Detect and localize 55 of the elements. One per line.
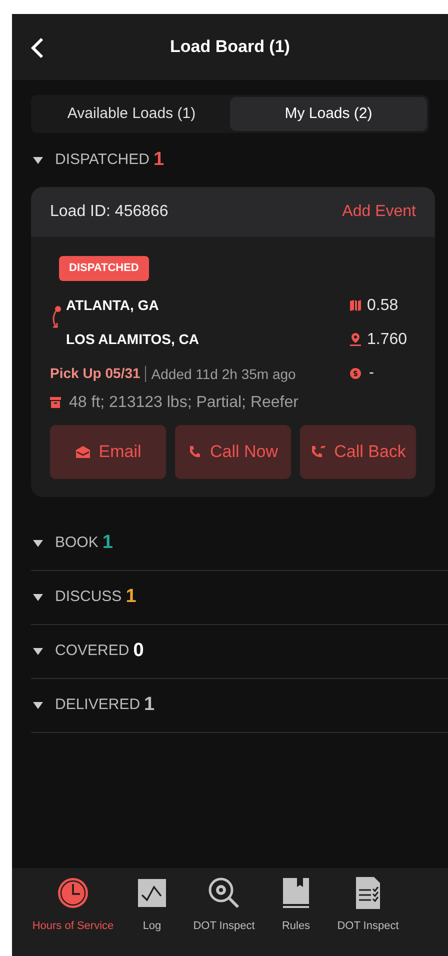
- nav-tab[interactable]: Hours of Service: [30, 876, 116, 934]
- phone-icon: [188, 444, 202, 458]
- chart-icon: [138, 879, 166, 907]
- section-name: BOOK: [55, 532, 98, 553]
- section-name: DELIVERED: [55, 694, 140, 715]
- section-name: DISCUSS: [55, 586, 122, 607]
- caret-icon: [33, 156, 43, 164]
- section-name: DISPATCHED: [55, 150, 150, 170]
- tab[interactable]: Available Loads (1): [33, 97, 230, 131]
- caret-icon: [33, 702, 43, 708]
- back-icon[interactable]: [30, 37, 44, 59]
- book-icon: [283, 878, 309, 908]
- search-icon: [208, 877, 240, 909]
- clock-icon: [57, 877, 89, 909]
- section-count: 1: [102, 530, 113, 555]
- map-icon: [350, 300, 361, 311]
- email-button[interactable]: Email: [50, 424, 166, 478]
- caret-icon: [33, 594, 43, 600]
- destination-city: LOS ALAMITOS, CA: [66, 330, 199, 349]
- nav-tab[interactable]: Rules: [260, 876, 332, 934]
- box-icon: [50, 397, 61, 408]
- tab[interactable]: My Loads (2): [230, 97, 427, 131]
- screen-title: Load Board (1): [170, 36, 290, 58]
- load-id: Load ID: 456866: [50, 202, 168, 222]
- rate-value: -: [369, 363, 374, 384]
- section-header[interactable]: COVERED 0: [31, 624, 448, 678]
- add-event-link[interactable]: Add Event: [342, 200, 416, 224]
- section-name: COVERED: [55, 640, 130, 661]
- location-pin-icon: [350, 333, 361, 346]
- call-back-button[interactable]: Call Back: [300, 424, 416, 478]
- section-count: 1: [144, 692, 155, 717]
- phone-icon: [310, 444, 326, 458]
- pickup-date: Pick Up 05/31: [50, 364, 140, 383]
- call-now-button[interactable]: Call Now: [175, 424, 291, 478]
- nav-tab[interactable]: Log: [116, 876, 188, 934]
- section-count: 1: [153, 148, 164, 172]
- caret-icon: [33, 540, 43, 546]
- caret-icon: [33, 648, 43, 654]
- checklist-icon: [356, 877, 380, 909]
- nav-tab[interactable]: DOT Inspect: [332, 876, 404, 934]
- section-count: 1: [126, 584, 136, 609]
- section-header[interactable]: DELIVERED 1: [31, 678, 448, 732]
- load-details: 48 ft; 213123 lbs; Partial; Reefer: [69, 392, 298, 412]
- added-time: Added 11d 2h 35m ago: [145, 366, 296, 382]
- envelope-icon: [74, 444, 91, 458]
- origin-city: ATLANTA, GA: [66, 296, 159, 315]
- dollar-icon: [350, 368, 361, 379]
- section-header[interactable]: BOOK 1: [31, 516, 448, 570]
- section-header[interactable]: DISCUSS 1: [31, 570, 448, 624]
- section-count: 0: [133, 638, 144, 663]
- metric-value: 1.760: [367, 330, 408, 350]
- metric-value: 0.58: [367, 296, 398, 316]
- status-badge: DISPATCHED: [59, 256, 149, 280]
- nav-tab[interactable]: DOT Inspect: [188, 876, 260, 934]
- section-header[interactable]: DISPATCHED 1: [31, 133, 448, 187]
